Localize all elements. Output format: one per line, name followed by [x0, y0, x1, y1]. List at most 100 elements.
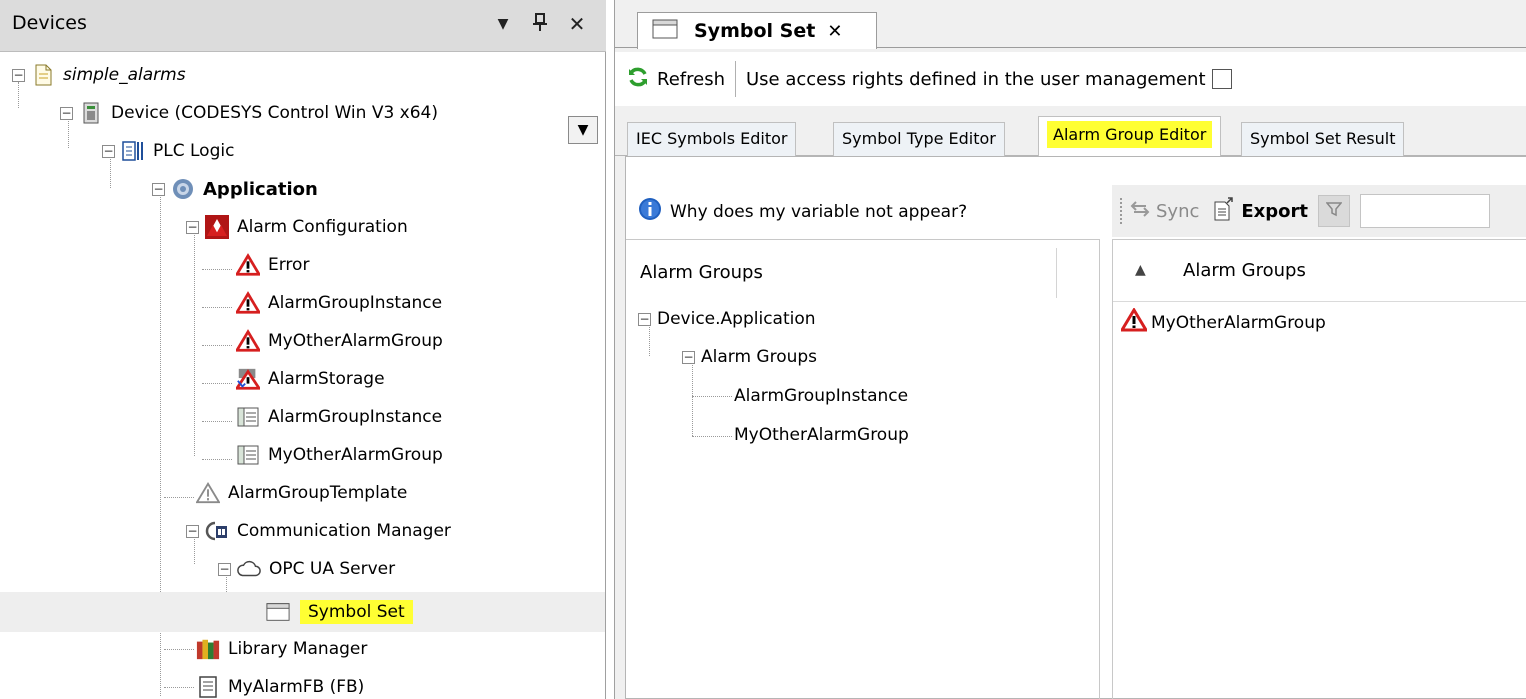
alarm-configuration-icon [205, 215, 229, 239]
tree-node-alarm-storage[interactable]: AlarmStorage [236, 362, 385, 396]
devices-panel-header: Devices ▼ ✕ [0, 0, 606, 52]
global-variables-icon [236, 405, 260, 429]
tree-node-alarm-configuration[interactable]: − Alarm Configuration [186, 210, 408, 244]
collapse-icon[interactable]: − [152, 182, 165, 196]
project-file-icon [31, 63, 55, 87]
tree-label: MyOtherAlarmGroup [268, 445, 443, 465]
toolbar-grip[interactable] [1120, 198, 1124, 224]
tree-node-device[interactable]: − Device (CODESYS Control Win V3 x64) [60, 96, 438, 130]
communication-manager-icon [205, 519, 229, 543]
tree-node-project[interactable]: − simple_alarms [12, 58, 186, 92]
tree-node-symbol-set[interactable]: Symbol Set [266, 592, 413, 632]
left-pane-header: Alarm Groups [640, 262, 763, 283]
function-block-icon [196, 675, 220, 699]
tree-label: AlarmGroupInstance [268, 293, 443, 313]
tab-symbol-set-result[interactable]: Symbol Set Result [1241, 122, 1405, 156]
column-separator[interactable] [1056, 248, 1057, 298]
tree-node-alarm-groups[interactable]: − Alarm Groups [682, 340, 817, 374]
alarm-groups-tree-pane: Alarm Groups − Device.Application − Alar… [626, 239, 1100, 699]
collapse-icon[interactable]: − [186, 524, 199, 538]
tree-node-gvl-instance[interactable]: MyOtherAlarmGroup [236, 438, 443, 472]
tab-label: Alarm Group Editor [1047, 121, 1213, 148]
pin-icon[interactable] [525, 8, 555, 40]
collapse-icon[interactable]: − [102, 144, 115, 158]
tree-label: Communication Manager [237, 521, 451, 541]
collapse-icon[interactable]: − [682, 350, 695, 364]
collapse-icon[interactable]: − [60, 106, 73, 120]
list-item-label: MyOtherAlarmGroup [1151, 312, 1326, 333]
collapse-icon[interactable]: − [12, 68, 25, 82]
error-alarm-class-icon [236, 253, 260, 277]
right-pane-header-row[interactable]: ▲ Alarm Groups [1113, 240, 1526, 302]
tree-node-gvl-instance[interactable]: AlarmGroupInstance [236, 400, 442, 434]
tab-symbol-type-editor[interactable]: Symbol Type Editor [833, 122, 1005, 156]
tree-label: PLC Logic [153, 141, 235, 161]
tab-label: Symbol Set Result [1250, 129, 1396, 148]
tree-node-opc-ua-server[interactable]: − OPC UA Server [218, 552, 395, 586]
close-panel-icon[interactable]: ✕ [562, 8, 592, 40]
tree-node-plc-logic[interactable]: − PLC Logic [102, 134, 234, 168]
device-tree: − simple_alarms ▼ − Device (CODESYS Cont… [0, 56, 606, 699]
tree-node-error[interactable]: Error [236, 248, 309, 282]
collapse-icon[interactable]: − [186, 220, 199, 234]
devices-panel-title: Devices [12, 12, 87, 34]
tab-iec-symbols-editor[interactable]: IEC Symbols Editor [627, 122, 797, 156]
tree-node-alarm-group[interactable]: AlarmGroupInstance [236, 286, 442, 320]
symbol-set-window-icon [266, 600, 290, 624]
symbol-set-editor: Symbol Set ✕ Refresh Use access rights d… [614, 0, 1526, 699]
tree-label: Device (CODESYS Control Win V3 x64) [111, 103, 438, 123]
sync-button[interactable]: Sync [1130, 200, 1199, 223]
tree-label: simple_alarms [63, 65, 186, 85]
export-button[interactable]: Export [1213, 196, 1308, 226]
refresh-button[interactable]: Refresh [615, 59, 725, 99]
selected-alarm-groups-pane: ▲ Alarm Groups MyOtherAlarmGroup [1112, 239, 1526, 699]
project-dropdown-arrow[interactable]: ▼ [568, 116, 598, 144]
tree-node-communication-manager[interactable]: − Communication Manager [186, 514, 451, 548]
tree-node-library-manager[interactable]: Library Manager [196, 632, 367, 666]
export-document-icon [1213, 196, 1235, 226]
tree-label: MyAlarmFB (FB) [228, 677, 365, 697]
refresh-label: Refresh [657, 68, 725, 90]
tree-label: MyOtherAlarmGroup [268, 331, 443, 351]
sort-ascending-icon[interactable]: ▲ [1135, 262, 1146, 278]
collapse-icon[interactable]: − [218, 562, 231, 576]
panel-dropdown-icon[interactable]: ▼ [488, 8, 518, 40]
help-link-label: Why does my variable not appear? [670, 201, 968, 222]
refresh-icon [627, 66, 649, 93]
tree-node-alarm-group-template[interactable]: AlarmGroupTemplate [196, 476, 407, 510]
alarm-storage-icon [236, 367, 260, 391]
editor-sub-tabs: IEC Symbols Editor Symbol Type Editor Al… [615, 114, 1526, 156]
list-item[interactable]: MyOtherAlarmGroup [1119, 307, 1326, 337]
tree-label: AlarmStorage [268, 369, 385, 389]
tree-label: Device.Application [657, 309, 816, 329]
tree-node-alarm-group[interactable]: MyOtherAlarmGroup [236, 324, 443, 358]
alarm-template-icon [196, 481, 220, 505]
alarm-group-warning-icon [236, 291, 260, 315]
tree-label: AlarmGroupInstance [268, 407, 443, 427]
filter-input[interactable] [1360, 194, 1491, 228]
device-icon [79, 101, 103, 125]
sync-label: Sync [1156, 200, 1200, 222]
tree-node-application[interactable]: − Application [152, 172, 318, 206]
tab-alarm-group-editor[interactable]: Alarm Group Editor [1038, 116, 1222, 156]
alarm-group-editor-content: Why does my variable not appear? Sync Ex… [625, 156, 1526, 699]
alarm-group-warning-icon [1119, 307, 1149, 337]
tab-label: Symbol Type Editor [842, 129, 996, 148]
tree-node-alarm-group-instance[interactable]: AlarmGroupInstance [734, 379, 908, 413]
collapse-icon[interactable]: − [638, 312, 651, 326]
tree-node-my-other-alarm-group[interactable]: MyOtherAlarmGroup [734, 418, 909, 452]
info-icon [638, 197, 662, 226]
tree-label: MyOtherAlarmGroup [734, 425, 909, 445]
plc-logic-icon [121, 139, 145, 163]
filter-button[interactable] [1318, 195, 1351, 227]
help-link[interactable]: Why does my variable not appear? [638, 197, 967, 226]
library-books-icon [196, 637, 220, 661]
access-rights-checkbox[interactable] [1211, 69, 1232, 89]
tree-label: AlarmGroupTemplate [228, 483, 408, 503]
close-tab-icon[interactable]: ✕ [827, 21, 842, 42]
toolbar-separator [734, 61, 736, 97]
tab-symbol-set[interactable]: Symbol Set ✕ [637, 12, 877, 49]
tree-node-function-block[interactable]: MyAlarmFB (FB) [196, 670, 364, 699]
right-pane-header: Alarm Groups [1183, 260, 1306, 281]
tree-node-device-application[interactable]: − Device.Application [638, 302, 816, 336]
